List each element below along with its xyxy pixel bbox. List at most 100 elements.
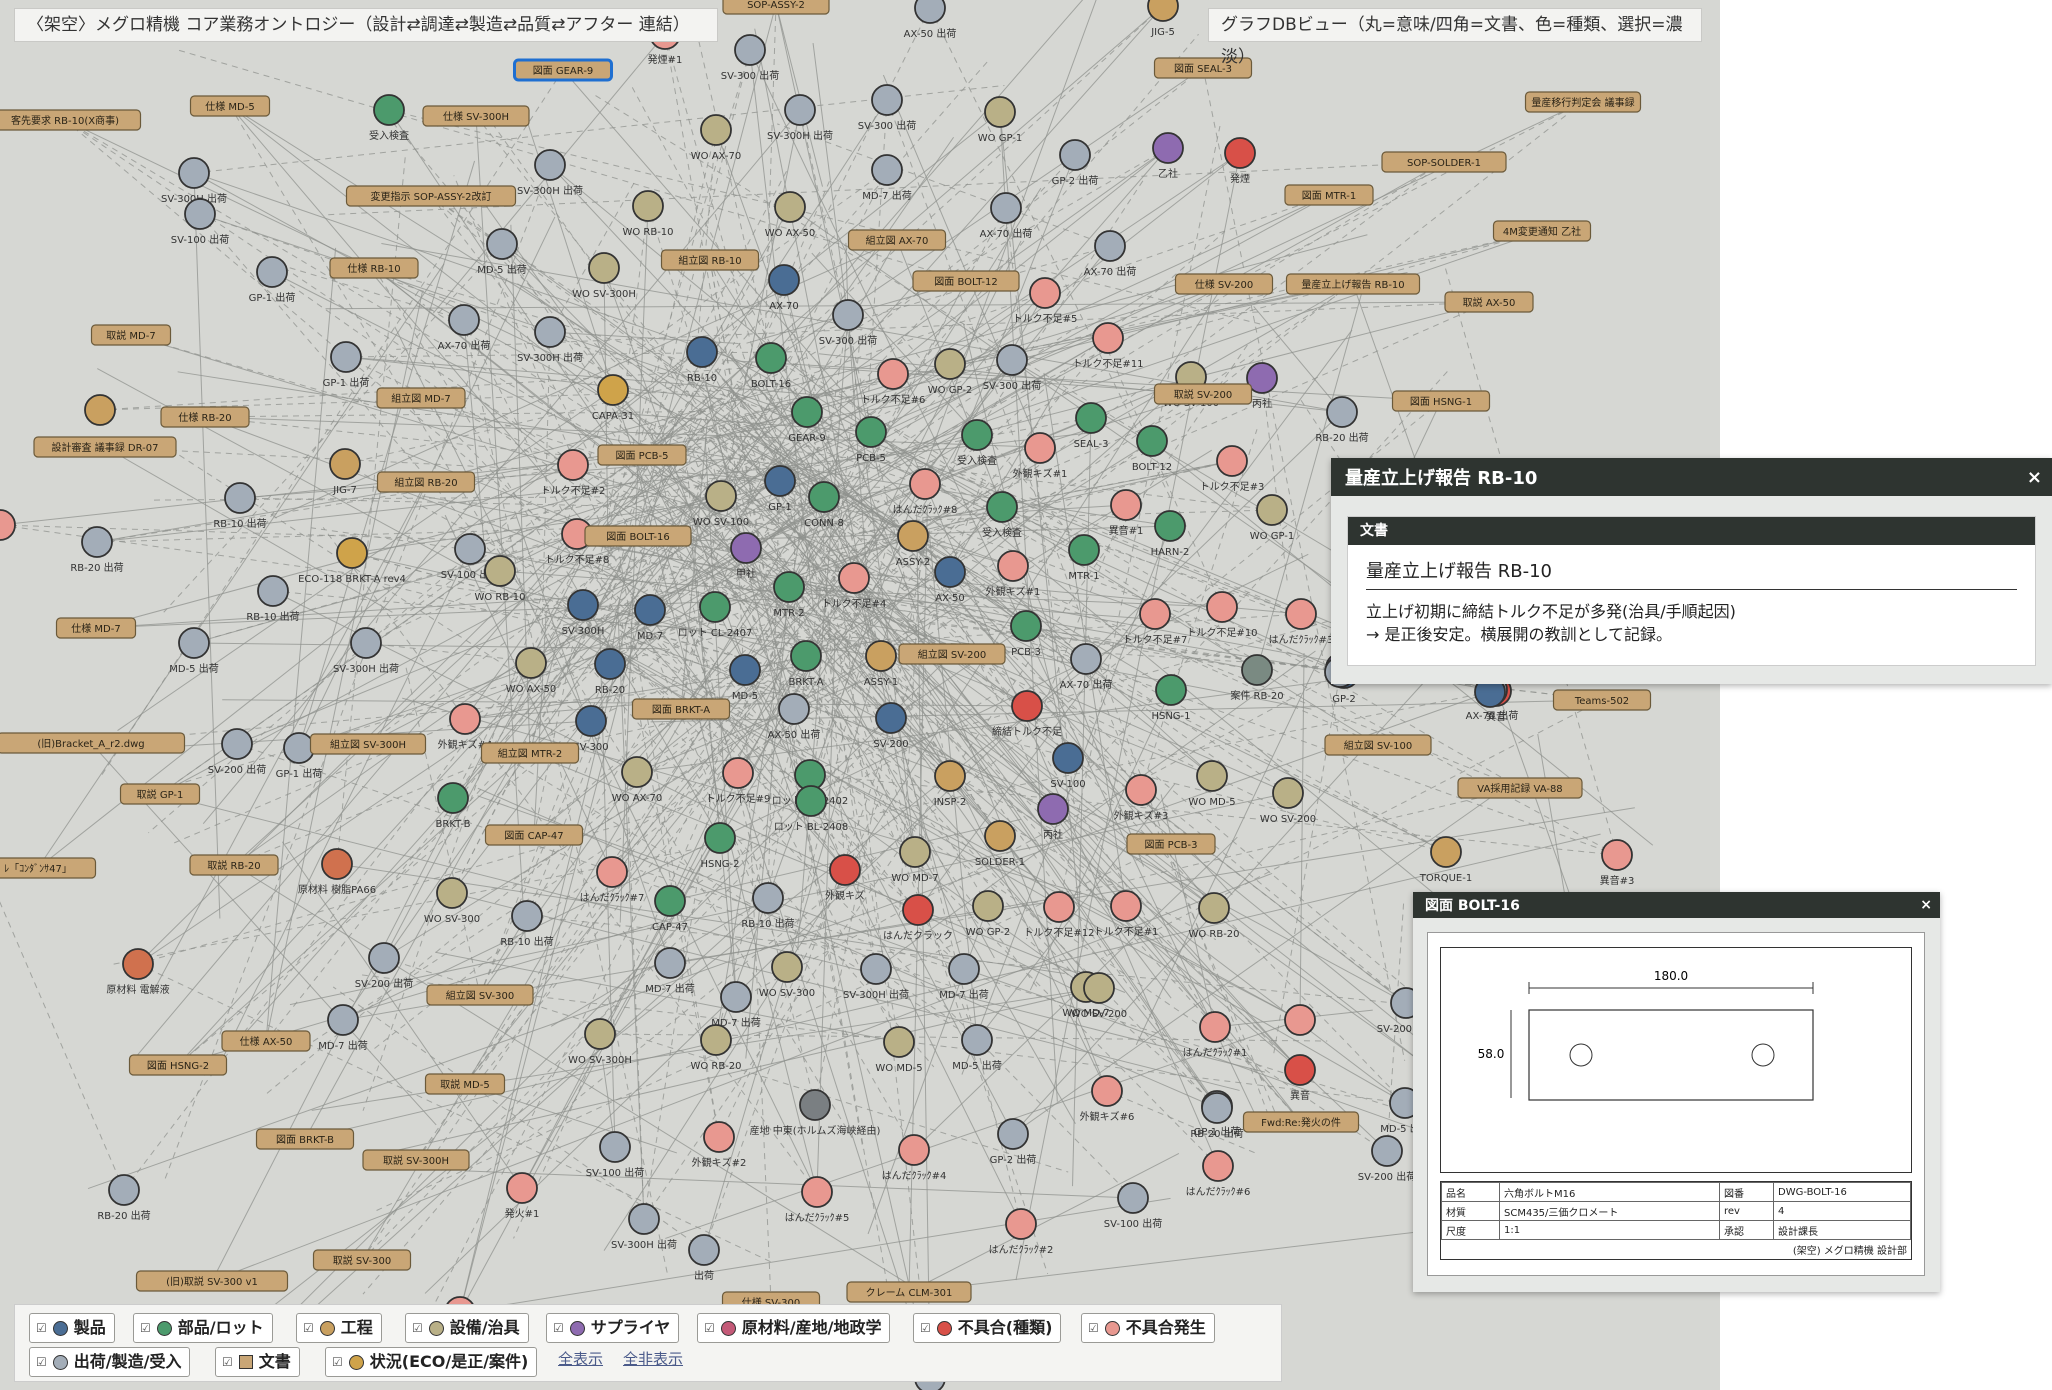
graph-node-circle[interactable] [1272,777,1304,809]
graph-node[interactable] [84,394,116,426]
graph-doc-node[interactable]: 取説 SV-300H [362,1149,470,1171]
graph-node-circle[interactable] [654,947,686,979]
graph-node[interactable]: SV-300 出荷 [721,34,779,82]
graph-node[interactable]: SV-300 出荷 [858,84,916,132]
graph-node-circle[interactable] [961,1024,993,1056]
graph-node[interactable]: RB-10 出荷 [213,482,267,530]
graph-node[interactable]: トルク不足#10 [1186,591,1258,639]
graph-node[interactable]: WO RB-20 [1188,892,1240,940]
graph-node-circle[interactable] [705,480,737,512]
graph-node-circle[interactable] [961,419,993,451]
graph-doc-node[interactable]: 変更指示 SOP-ASSY-2改訂 [345,185,517,207]
graph-node-circle[interactable] [778,693,810,725]
graph-node-circle[interactable] [808,481,840,513]
graph-node-circle[interactable] [801,1176,833,1208]
graph-node-circle[interactable] [1139,598,1171,630]
graph-node[interactable]: はんだクラック [883,894,953,942]
graph-node[interactable]: はんだｸﾗｯｸ#7 [580,856,645,904]
graph-node[interactable]: SEAL-3 [1074,402,1109,450]
graph-doc-node[interactable]: 図面 BOLT-16 [584,525,692,547]
graph-node[interactable]: RB-10 出荷 [741,882,795,930]
graph-node-circle[interactable] [897,520,929,552]
graph-doc-node[interactable]: 客先要求 RB-10(X商事) [0,109,142,131]
graph-node-circle[interactable] [784,94,816,126]
graph-doc-node[interactable]: クレーム CLM-301 [846,1281,972,1303]
graph-node[interactable]: トルク不足#3 [1200,445,1265,493]
graph-node-circle[interactable] [997,1118,1029,1150]
graph-node[interactable]: WO SV-300 [759,951,815,999]
graph-node[interactable]: 発火#1 [505,1172,540,1220]
graph-node-circle[interactable] [699,591,731,623]
graph-node-circle[interactable] [997,550,1029,582]
graph-node-circle[interactable] [1199,1011,1231,1043]
graph-node[interactable]: AX-70 出荷 [1060,643,1113,691]
graph-node[interactable]: SV-300 出荷 [819,299,877,347]
graph-node[interactable]: はんだｸﾗｯｸ#1 [1183,1011,1248,1059]
graph-node-circle[interactable] [584,1018,616,1050]
graph-doc-node[interactable]: 取説 MD-7 [90,324,172,346]
graph-doc-node[interactable]: 組立図 SV-200 [898,643,1006,665]
graph-node-circle[interactable] [1010,610,1042,642]
graph-node-circle[interactable] [799,1089,831,1121]
graph-node-circle[interactable] [1206,591,1238,623]
graph-node-circle[interactable] [829,854,861,886]
legend-part[interactable]: ☑ 部品/ロット [133,1313,273,1343]
graph-doc-node[interactable]: SOP-ASSY-2 [722,0,830,15]
legend-document[interactable]: ☑ 文書 [215,1347,300,1377]
graph-node[interactable]: RB-20 出荷 [1315,396,1369,444]
graph-node[interactable]: RB-10 出荷 [500,900,554,948]
graph-node[interactable]: SV-300H 出荷 [333,627,399,675]
graph-node[interactable]: 異音#1 [1109,489,1144,537]
close-icon[interactable]: × [1920,897,1932,913]
graph-node[interactable]: MD-7 出荷 [711,981,761,1029]
graph-node[interactable]: 外観キズ#6 [1080,1075,1135,1123]
graph-node[interactable]: はんだｸﾗｯｸ#4 [882,1134,947,1182]
graph-node-circle[interactable] [764,465,796,497]
graph-node-circle[interactable] [972,890,1004,922]
graph-node-circle[interactable] [990,192,1022,224]
graph-node-circle[interactable] [454,533,486,565]
graph-node-circle[interactable] [1052,742,1084,774]
graph-node[interactable]: 外観キズ#3 [1114,774,1169,822]
graph-node-circle[interactable] [621,756,653,788]
graph-node[interactable]: 受入検査 [369,94,409,142]
graph-node-circle[interactable] [336,537,368,569]
graph-doc-node[interactable]: 仕様 AX-50 [221,1030,311,1052]
graph-node[interactable]: 出荷 [688,1234,720,1282]
legend-product[interactable]: ☑ 製品 [29,1313,115,1343]
graph-doc-node[interactable]: 仕様 RB-20 [160,406,250,428]
graph-node-circle[interactable] [986,491,1018,523]
graph-node-circle[interactable] [996,344,1028,376]
graph-node-circle[interactable] [984,96,1016,128]
legend-defect-type[interactable]: ☑ 不具合(種類) [913,1313,1062,1343]
checkbox-icon[interactable]: ☑ [222,1348,233,1376]
graph-doc-node[interactable]: Fwd:Re:発火の件 [1242,1111,1360,1133]
graph-node-circle[interactable] [436,877,468,909]
graph-doc-node[interactable]: 図面 BRKT-A [631,698,731,720]
graph-node-circle[interactable] [1224,137,1256,169]
show-all-link[interactable]: 全表示 [558,1348,603,1369]
graph-doc-node[interactable]: 4M変更通知 乙社 [1492,220,1592,242]
graph-node-circle[interactable] [1147,0,1179,22]
graph-node-circle[interactable] [1430,836,1462,868]
graph-node[interactable]: AX-70 出荷 [1084,230,1137,278]
graph-node-circle[interactable] [838,562,870,594]
graph-node-circle[interactable] [700,1024,732,1056]
graph-node-circle[interactable] [730,532,762,564]
graph-node[interactable]: RB-20 [594,648,626,696]
graph-node-circle[interactable] [515,647,547,679]
graph-node[interactable]: JIG-7 [329,448,361,496]
graph-doc-node[interactable]: 組立図 SV-300 [426,984,534,1006]
graph-node-circle[interactable] [686,336,718,368]
graph-node-circle[interactable] [511,900,543,932]
graph-node[interactable]: WO GP-1 [978,96,1022,144]
graph-node-circle[interactable] [704,822,736,854]
graph-node[interactable]: 異音 [1284,1054,1316,1102]
graph-node[interactable]: はんだｸﾗｯｸ#2 [989,1208,1054,1256]
graph-doc-node[interactable]: (旧)Bracket_A_r2.dwg [0,732,186,754]
graph-node-circle[interactable] [368,942,400,974]
graph-node[interactable]: SV-100 出荷 [1104,1182,1162,1230]
graph-node-circle[interactable] [594,648,626,680]
graph-node[interactable]: MTR-2 [773,571,805,619]
graph-node-circle[interactable] [654,885,686,917]
